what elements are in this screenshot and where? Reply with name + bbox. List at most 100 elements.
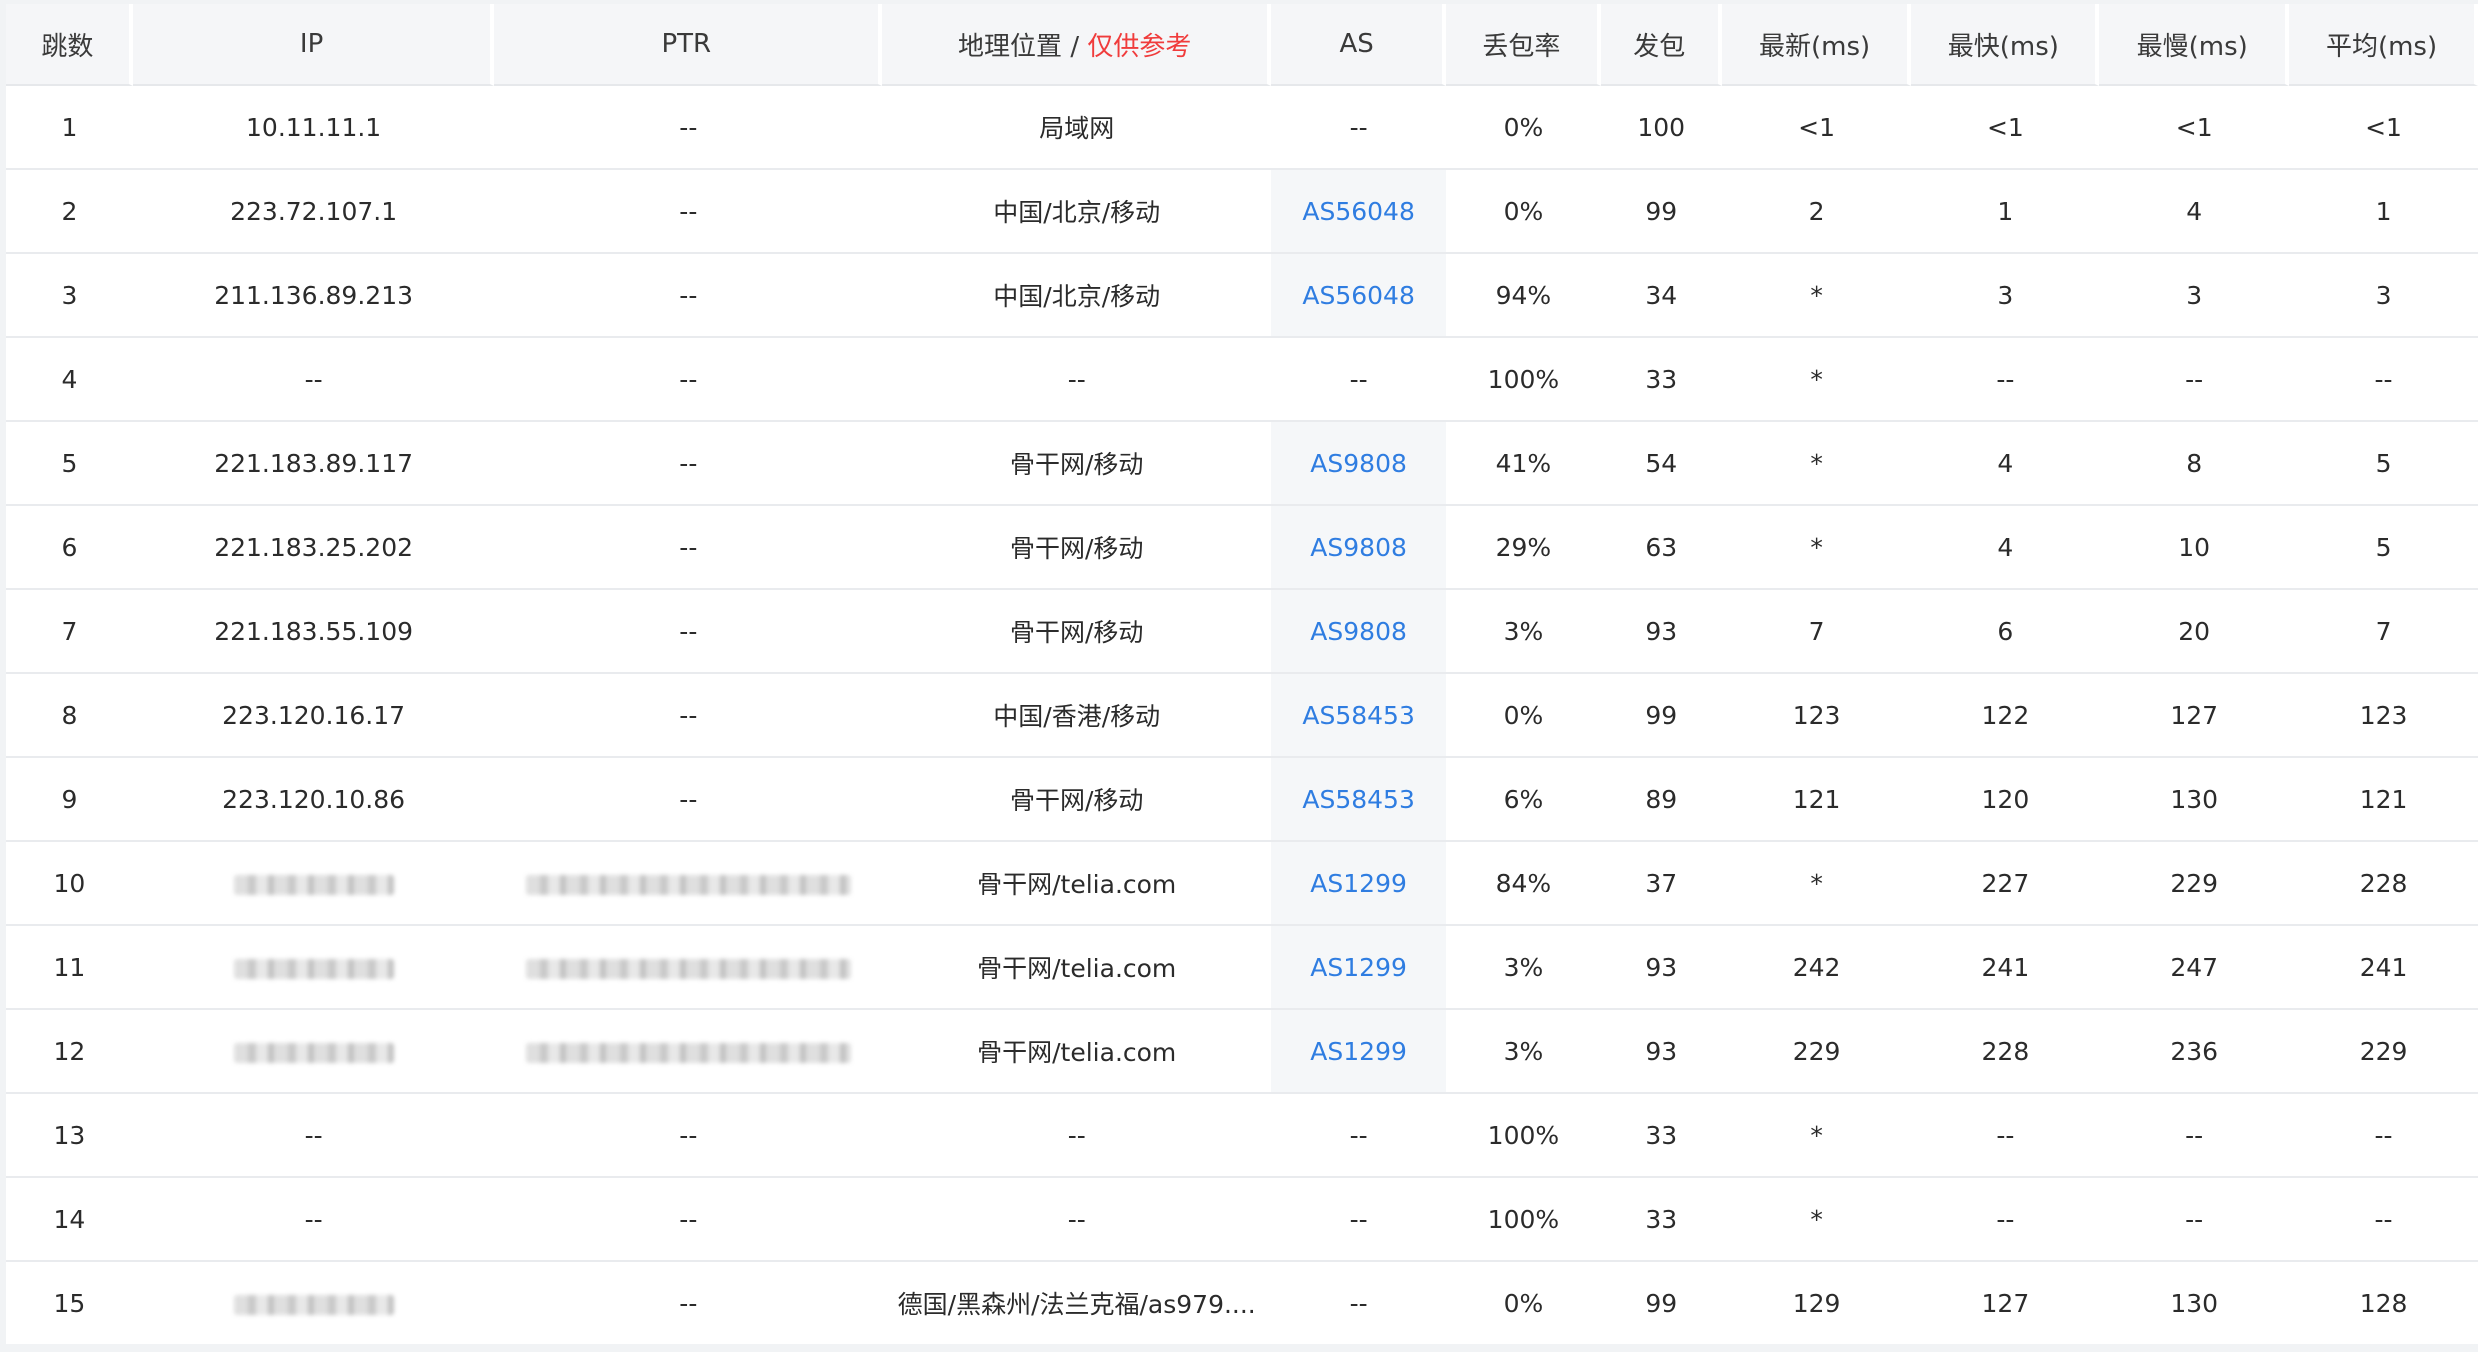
cell-geo: 中国/北京/移动 — [882, 170, 1272, 254]
cell-geo: 骨干网/移动 — [882, 506, 1272, 590]
cell-worst: 4 — [2099, 170, 2290, 254]
table-row: 1 10.11.11.1 -- 局域网 -- 0% 100 <1 <1 <1 <1 — [6, 86, 2478, 170]
cell-best: 4 — [1911, 506, 2100, 590]
as-link[interactable]: AS56048 — [1302, 197, 1415, 226]
as-link[interactable]: AS9808 — [1310, 617, 1407, 646]
cell-last: * — [1721, 254, 1912, 338]
cell-ptr — [494, 842, 883, 926]
cell-best: 127 — [1981, 1288, 2030, 1318]
cell-avg: 229 — [2289, 1010, 2478, 1094]
cell-as: AS9808 — [1271, 590, 1447, 674]
cell-hop: 1 — [6, 86, 133, 170]
cell-avg: -- — [2289, 1178, 2478, 1262]
cell-geo: 骨干网/移动 — [882, 590, 1272, 674]
cell-worst: 127 — [2099, 674, 2290, 758]
header-as: AS — [1271, 4, 1447, 86]
cell-ip: 223.120.10.86 — [132, 758, 495, 842]
cell-best: 241 — [1911, 926, 2100, 1010]
cell-geo: 中国/香港/移动 — [882, 674, 1272, 758]
table-row: 15 -- 德国/黑森州/法兰克福/as979.... -- 0% 99 129 127 130… — [6, 1262, 2478, 1344]
cell-last: 2 — [1721, 170, 1912, 254]
header-worst: 最慢(ms) — [2099, 4, 2290, 86]
cell-geo: 骨干网/移动 — [882, 758, 1272, 842]
cell-as: -- — [1271, 1094, 1447, 1178]
cell-hop: 10 — [6, 842, 133, 926]
cell-ptr: -- — [494, 170, 883, 254]
cell-loss: 0% — [1446, 170, 1601, 254]
cell-worst: 130 — [2099, 758, 2290, 842]
cell-sent: 54 — [1600, 422, 1722, 506]
cell-avg: 5 — [2289, 506, 2478, 590]
cell-sent: 99 — [1645, 1288, 1678, 1318]
cell-hop: 15 — [53, 1288, 86, 1318]
as-link[interactable]: AS58453 — [1302, 785, 1415, 814]
as-link[interactable]: AS56048 — [1302, 281, 1415, 310]
cell-best: 120 — [1911, 758, 2100, 842]
table-row: 4 -- -- -- -- 100% 33 * -- -- -- — [6, 338, 2478, 422]
cell-loss: 3% — [1446, 926, 1601, 1010]
cell-loss: 94% — [1446, 254, 1601, 338]
as-link[interactable]: AS1299 — [1310, 1037, 1407, 1066]
table-row: 14 -- -- -- -- 100% 33 * -- -- -- — [6, 1178, 2478, 1262]
cell-last: 229 — [1721, 1010, 1912, 1094]
cell-sent: 89 — [1600, 758, 1722, 842]
cell-geo: 骨干网/移动 — [882, 422, 1272, 506]
table-row: 10 骨干网/telia.com AS1299 84% 37 * 227 229 228 — [6, 842, 2478, 926]
redacted-ptr — [525, 958, 851, 979]
as-link[interactable]: AS1299 — [1310, 953, 1407, 982]
header-geo-label: 地理位置 — [958, 31, 1063, 62]
cell-ip: 223.72.107.1 — [132, 170, 495, 254]
header-avg: 平均(ms) — [2289, 4, 2478, 86]
cell-ptr — [494, 926, 883, 1010]
cell-last: 121 — [1721, 758, 1912, 842]
cell-ptr: -- — [679, 1288, 698, 1318]
cell-last: <1 — [1721, 86, 1912, 170]
cell-hop: 11 — [6, 926, 133, 1010]
cell-as: AS1299 — [1271, 1010, 1447, 1094]
cell-last: * — [1721, 842, 1912, 926]
cell-sent: 93 — [1600, 1010, 1722, 1094]
redacted-ptr — [525, 1042, 851, 1063]
traceroute-table: 跳数 IP PTR 地理位置 / 仅供参考 AS 丢包率 发包 最新(ms) 最… — [6, 4, 2478, 1344]
as-link[interactable]: AS58453 — [1302, 701, 1415, 730]
redacted-ip — [233, 958, 394, 979]
table-row: 6 221.183.25.202 -- 骨干网/移动 AS9808 29% 63 * 4 10 5 — [6, 506, 2478, 590]
cell-worst: 3 — [2099, 254, 2290, 338]
cell-geo: 骨干网/telia.com — [882, 1010, 1272, 1094]
cell-best: -- — [1911, 338, 2100, 422]
cell-worst: 130 — [2170, 1288, 2219, 1318]
cell-ptr: -- — [494, 338, 883, 422]
cell-sent: 37 — [1600, 842, 1722, 926]
cell-sent: 100 — [1600, 86, 1722, 170]
cell-loss: 0% — [1446, 674, 1601, 758]
cell-best: 228 — [1911, 1010, 2100, 1094]
cell-sent: 63 — [1600, 506, 1722, 590]
cell-geo: -- — [882, 1178, 1272, 1262]
cell-ip — [132, 842, 495, 926]
cell-as: AS9808 — [1271, 422, 1447, 506]
cell-best: 227 — [1911, 842, 2100, 926]
cell-as: -- — [1271, 1178, 1447, 1262]
cell-as: -- — [1271, 338, 1447, 422]
cell-avg: 128 — [2359, 1288, 2408, 1318]
redacted-ip — [233, 1294, 394, 1315]
as-link[interactable]: AS1299 — [1310, 869, 1407, 898]
cell-best: -- — [1911, 1178, 2100, 1262]
redacted-ip — [233, 874, 394, 895]
cell-best: -- — [1911, 1094, 2100, 1178]
table-row: 13 -- -- -- -- 100% 33 * -- -- -- — [6, 1094, 2478, 1178]
cell-hop: 13 — [6, 1094, 133, 1178]
cell-as: AS9808 — [1271, 506, 1447, 590]
cell-worst: -- — [2099, 338, 2290, 422]
header-hop: 跳数 — [6, 4, 133, 86]
cell-last: * — [1721, 1178, 1912, 1262]
cell-loss: 0% — [1446, 86, 1601, 170]
as-link[interactable]: AS9808 — [1310, 533, 1407, 562]
cell-hop: 4 — [6, 338, 133, 422]
table-body: 1 10.11.11.1 -- 局域网 -- 0% 100 <1 <1 <1 <1 2 223.72.1… — [6, 86, 2478, 1344]
cell-sent: 99 — [1600, 674, 1722, 758]
as-link[interactable]: AS9808 — [1310, 449, 1407, 478]
cell-avg: 5 — [2289, 422, 2478, 506]
cell-geo: 骨干网/telia.com — [882, 926, 1272, 1010]
cell-ptr: -- — [494, 674, 883, 758]
